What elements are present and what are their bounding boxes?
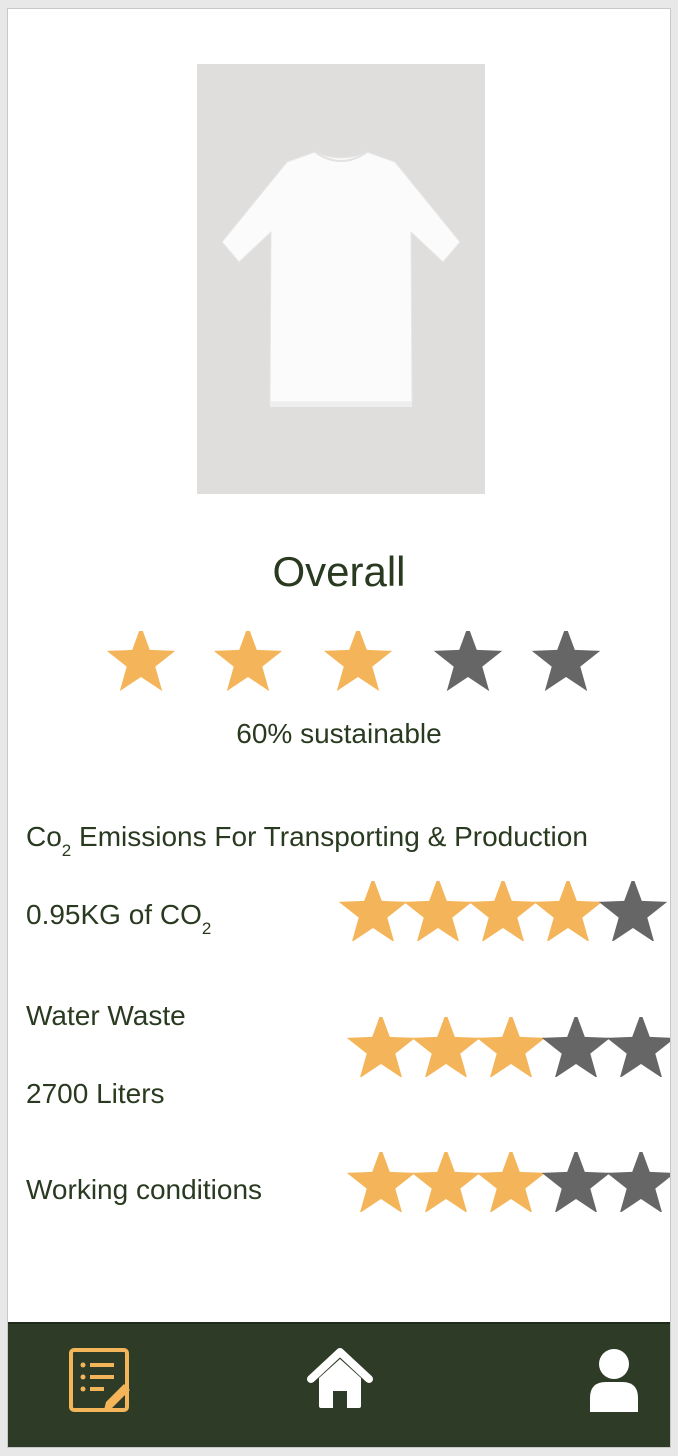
working-conditions-label: Working conditions — [26, 1174, 263, 1205]
co2-value-subscript: 2 — [201, 919, 212, 938]
overall-star-5-empty — [531, 631, 601, 691]
edit-list-icon — [69, 1348, 130, 1412]
overall-rating — [106, 631, 601, 691]
water-star-1-filled — [346, 1017, 416, 1077]
water-star-2-filled — [411, 1017, 481, 1077]
co2-section-header: Co2 Emissions For Transporting & Product… — [26, 821, 588, 860]
working-conditions-rating — [346, 1152, 670, 1212]
water-star-3-filled — [476, 1017, 546, 1077]
working-star-4-empty — [541, 1152, 611, 1212]
co2-value: 0.95KG of CO2 — [26, 899, 211, 938]
water-star-5-empty — [606, 1017, 670, 1077]
working-star-1-filled — [346, 1152, 416, 1212]
water-waste-label: Water Waste — [26, 1000, 186, 1031]
sustainability-percent: 60% sustainable — [236, 718, 442, 749]
co2-rating — [338, 881, 668, 941]
working-star-3-filled — [476, 1152, 546, 1212]
co2-star-3-filled — [468, 881, 538, 941]
overall-title: Overall — [272, 548, 406, 595]
co2-star-2-filled — [403, 881, 473, 941]
water-waste-rating — [346, 1017, 670, 1077]
overall-star-2-filled — [213, 631, 283, 691]
working-star-5-empty — [606, 1152, 670, 1212]
co2-header-subscript: 2 — [61, 841, 72, 860]
nav-home-button[interactable] — [306, 1346, 374, 1419]
app-frame: Overall 60% sustainable Co2 Emissions Fo… — [7, 8, 671, 1448]
overall-star-1-filled — [106, 631, 176, 691]
bottom-nav — [8, 1322, 670, 1447]
co2-value-main: 0.95KG of CO — [26, 899, 202, 930]
co2-star-5-empty — [598, 881, 668, 941]
nav-user-button[interactable] — [584, 1346, 644, 1419]
working-star-2-filled — [411, 1152, 481, 1212]
overall-star-3-filled — [323, 631, 393, 691]
home-icon — [307, 1348, 373, 1408]
nav-edit-list-button[interactable] — [66, 1346, 134, 1419]
co2-header-rest: Emissions For Transporting & Production — [71, 821, 588, 852]
water-star-4-empty — [541, 1017, 611, 1077]
tshirt-image — [197, 64, 485, 494]
product-image — [197, 64, 485, 494]
overall-star-4-empty — [433, 631, 503, 691]
co2-star-4-filled — [533, 881, 603, 941]
co2-star-1-filled — [338, 881, 408, 941]
water-waste-value: 2700 Liters — [26, 1078, 165, 1109]
co2-header-prefix: Co — [26, 821, 62, 852]
user-icon — [590, 1349, 638, 1412]
